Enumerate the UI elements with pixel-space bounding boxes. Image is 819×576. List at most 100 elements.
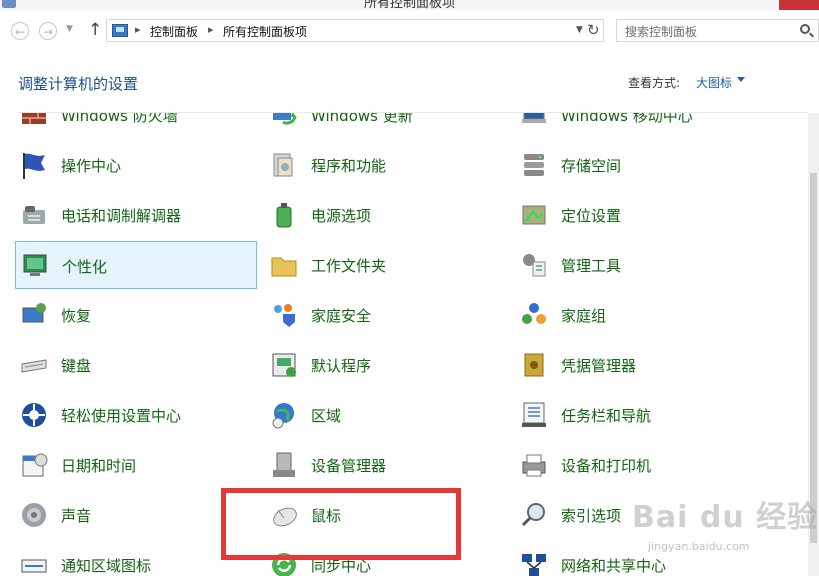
- title-bar: 所有控制面板项: [0, 0, 819, 10]
- control-panel-item-label: 凭据管理器: [561, 357, 637, 375]
- control-panel-item-label: 声音: [61, 507, 92, 525]
- control-panel-item-label: 通知区域图标: [61, 557, 152, 575]
- date-time-icon: [19, 450, 49, 480]
- control-panel-item-label: Windows 更新: [311, 113, 413, 125]
- view-by-label: 查看方式:: [628, 76, 681, 90]
- window-title: 所有控制面板项: [363, 0, 455, 10]
- scrollbar-thumb[interactable]: [810, 173, 817, 543]
- close-button[interactable]: [779, 0, 819, 10]
- control-panel-item[interactable]: Windows 更新: [265, 113, 507, 139]
- control-panel-item[interactable]: Windows 移动中心: [515, 113, 757, 139]
- control-panel-item[interactable]: 日期和时间: [15, 441, 257, 489]
- control-panel-item[interactable]: 电源选项: [265, 191, 507, 239]
- control-panel-item-label: Windows 移动中心: [561, 113, 693, 125]
- view-by-selector[interactable]: 大图标: [696, 74, 732, 91]
- default-programs-icon: [269, 350, 299, 380]
- control-panel-item[interactable]: Windows 防火墙: [15, 113, 257, 139]
- back-button[interactable]: ←: [11, 22, 29, 40]
- control-panel-item-label: 电话和调制解调器: [61, 207, 182, 225]
- control-panel-item[interactable]: 设备和打印机: [515, 441, 757, 489]
- up-level-button[interactable]: ↑: [88, 20, 102, 40]
- firewall-icon: [19, 113, 49, 130]
- keyboard-icon: [19, 350, 49, 380]
- control-panel-item-label: 日期和时间: [61, 457, 137, 475]
- storage-spaces-icon: [519, 150, 549, 180]
- control-panel-item-label: 程序和功能: [311, 157, 387, 175]
- control-panel-item[interactable]: 个性化: [15, 241, 257, 289]
- control-panel-item-label: Windows 防火墙: [61, 113, 178, 125]
- phone-modem-icon: [19, 200, 49, 230]
- mobility-center-icon: [519, 113, 549, 130]
- control-panel-item[interactable]: 家庭组: [515, 291, 757, 339]
- control-panel-item[interactable]: 键盘: [15, 341, 257, 389]
- refresh-icon[interactable]: ↻: [587, 21, 600, 39]
- device-manager-icon: [269, 450, 299, 480]
- control-panel-item[interactable]: 任务栏和导航: [515, 391, 757, 439]
- region-globe-icon: [269, 400, 299, 430]
- control-panel-item[interactable]: 区域: [265, 391, 507, 439]
- control-panel-item[interactable]: 轻松使用设置中心: [15, 391, 257, 439]
- control-panel-item[interactable]: 设备管理器: [265, 441, 507, 489]
- network-sharing-icon: [519, 550, 549, 576]
- breadcrumb-separator[interactable]: ▸: [208, 23, 214, 36]
- control-panel-item-label: 定位设置: [561, 207, 622, 225]
- chevron-down-icon[interactable]: [737, 77, 745, 82]
- control-panel-item[interactable]: 家庭安全: [265, 291, 507, 339]
- page-title: 调整计算机的设置: [18, 75, 139, 93]
- work-folders-icon: [269, 250, 299, 280]
- search-placeholder: 搜索控制面板: [625, 25, 698, 39]
- homegroup-icon: [519, 300, 549, 330]
- search-input[interactable]: 搜索控制面板: [616, 19, 819, 42]
- credential-manager-icon: [519, 350, 549, 380]
- devices-printers-icon: [519, 450, 549, 480]
- sound-speaker-icon: [19, 500, 49, 530]
- forward-button[interactable]: →: [39, 22, 57, 40]
- indexing-options-icon: [519, 500, 549, 530]
- control-panel-item[interactable]: 凭据管理器: [515, 341, 757, 389]
- control-panel-item[interactable]: 存储空间: [515, 141, 757, 189]
- control-panel-item-label: 工作文件夹: [311, 257, 387, 275]
- control-panel-item[interactable]: 默认程序: [265, 341, 507, 389]
- control-panel-item[interactable]: 恢复: [15, 291, 257, 339]
- control-panel-item-label: 家庭安全: [311, 307, 372, 325]
- address-bar[interactable]: ▸ 控制面板 ▸ 所有控制面板项 ▼ ↻: [106, 19, 604, 42]
- recent-locations-dropdown-icon[interactable]: ▼: [66, 24, 73, 34]
- control-panel-item[interactable]: 工作文件夹: [265, 241, 507, 289]
- control-panel-item-label: 家庭组: [561, 307, 607, 325]
- family-safety-icon: [269, 300, 299, 330]
- address-dropdown-icon[interactable]: ▼: [576, 25, 583, 35]
- control-panel-item-label: 默认程序: [311, 357, 372, 375]
- control-panel-icon: [112, 24, 128, 37]
- control-panel-item[interactable]: 操作中心: [15, 141, 257, 189]
- administrative-tools-icon: [519, 250, 549, 280]
- control-panel-item[interactable]: 电话和调制解调器: [15, 191, 257, 239]
- control-panel-item-label: 恢复: [61, 307, 92, 325]
- search-icon[interactable]: [800, 24, 810, 34]
- notification-area-icon: [19, 550, 49, 576]
- navigation-bar: ← → ▼ ↑ ▸ 控制面板 ▸ 所有控制面板项 ▼ ↻ 搜索控制面板: [0, 10, 819, 52]
- programs-features-icon: [269, 150, 299, 180]
- control-panel-item-label: 存储空间: [561, 157, 622, 175]
- taskbar-navigation-icon: [519, 400, 549, 430]
- control-panel-item-label: 管理工具: [561, 257, 622, 275]
- control-panel-item-label: 任务栏和导航: [561, 407, 652, 425]
- control-panel-item-label: 操作中心: [61, 157, 122, 175]
- recovery-icon: [19, 300, 49, 330]
- control-panel-item[interactable]: 管理工具: [515, 241, 757, 289]
- ease-of-access-icon: [19, 400, 49, 430]
- breadcrumb-control-panel[interactable]: 控制面板: [150, 23, 198, 40]
- control-panel-item-label: 个性化: [62, 258, 108, 276]
- control-panel-item-label: 键盘: [61, 357, 92, 375]
- control-panel-item[interactable]: 程序和功能: [265, 141, 507, 189]
- control-panel-item-label: 设备和打印机: [561, 457, 652, 475]
- control-panel-item[interactable]: 定位设置: [515, 191, 757, 239]
- power-options-icon: [269, 200, 299, 230]
- windows-update-icon: [269, 113, 299, 130]
- breadcrumb-separator: ▸: [135, 23, 141, 36]
- watermark-logo: Bai du 经验: [632, 500, 819, 535]
- personalization-icon: [20, 251, 50, 281]
- control-panel-item-label: 轻松使用设置中心: [61, 407, 182, 425]
- control-panel-item-label: 电源选项: [311, 207, 372, 225]
- control-panel-item-label: 网络和共享中心: [561, 557, 667, 575]
- breadcrumb-all-items[interactable]: 所有控制面板项: [223, 23, 307, 40]
